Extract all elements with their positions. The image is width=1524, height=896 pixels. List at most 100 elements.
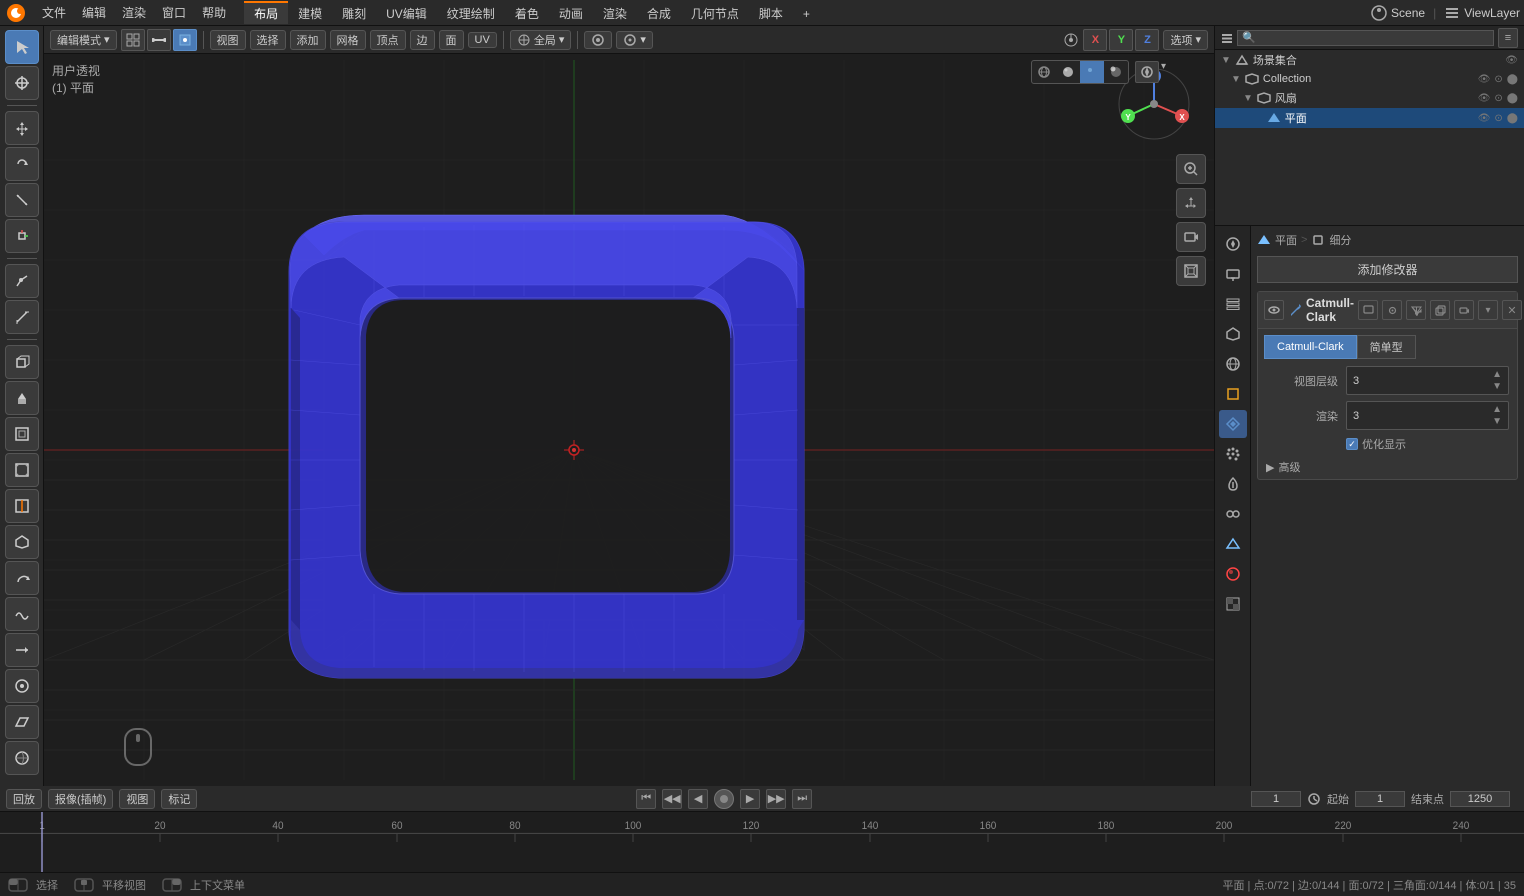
markers-menu[interactable]: 标记 <box>161 789 197 809</box>
tool-cursor[interactable] <box>5 66 39 100</box>
add-modifier-button[interactable]: 添加修改器 <box>1257 256 1518 283</box>
vertex-menu[interactable]: 顶点 <box>370 30 406 50</box>
play-back-btn[interactable]: ◀ <box>688 789 708 809</box>
options-menu[interactable]: 选项 ▾ <box>1163 30 1208 50</box>
prop-constraints[interactable] <box>1219 500 1247 528</box>
uv-menu[interactable]: UV <box>468 32 497 48</box>
modifier-visibility[interactable] <box>1264 300 1284 320</box>
tool-extrude[interactable] <box>5 381 39 415</box>
prop-object[interactable] <box>1219 380 1247 408</box>
tab-layout[interactable]: 布局 <box>244 1 288 24</box>
tool-spin[interactable] <box>5 561 39 595</box>
outliner-search[interactable] <box>1237 30 1494 46</box>
outliner-filter-btn[interactable]: ≡ <box>1498 28 1518 48</box>
tool-shear[interactable] <box>5 705 39 739</box>
outliner-item-plane[interactable]: ▶ 平面 👁 ⊙ ⬤ <box>1215 108 1524 128</box>
play-forward-btn[interactable]: ▶ <box>740 789 760 809</box>
prop-physics[interactable] <box>1219 470 1247 498</box>
plane-viewport[interactable]: ⊙ <box>1494 113 1502 124</box>
tab-sculpt[interactable]: 雕刻 <box>332 1 376 24</box>
add-menu[interactable]: 添加 <box>290 30 326 50</box>
tool-inset[interactable] <box>5 417 39 451</box>
tool-annotate[interactable] <box>5 264 39 298</box>
tab-modeling[interactable]: 建模 <box>288 1 332 24</box>
select-face-mode[interactable] <box>173 29 197 51</box>
prop-render[interactable] <box>1219 230 1247 258</box>
edge-menu[interactable]: 边 <box>410 30 435 50</box>
z-axis-btn[interactable]: Z <box>1135 29 1159 51</box>
tab-animation[interactable]: 动画 <box>549 1 593 24</box>
tool-transform[interactable] <box>5 219 39 253</box>
jump-start-btn[interactable]: ⏮ <box>636 789 656 809</box>
breadcrumb-object[interactable]: 平面 <box>1275 232 1297 248</box>
prop-view-layer[interactable] <box>1219 290 1247 318</box>
tool-loop-cut[interactable] <box>5 489 39 523</box>
y-axis-btn[interactable]: Y <box>1109 29 1133 51</box>
level-up-btn[interactable]: ▲ <box>1492 369 1502 380</box>
modifier-copy-icon[interactable] <box>1430 300 1450 320</box>
tool-smooth[interactable] <box>5 597 39 631</box>
prop-output[interactable] <box>1219 260 1247 288</box>
timeline-ruler[interactable]: 1 20 40 60 80 100 120 140 160 180 200 22… <box>0 812 1524 872</box>
jump-end-btn[interactable]: ⏭ <box>792 789 812 809</box>
eye-icon[interactable]: 👁 <box>1505 55 1518 66</box>
optimize-checkbox[interactable]: ✓ <box>1346 438 1358 450</box>
simple-tab[interactable]: 简单型 <box>1357 335 1416 359</box>
tool-add-cube[interactable] <box>5 345 39 379</box>
optimize-checkbox-label[interactable]: ✓ 优化显示 <box>1346 436 1406 452</box>
viewport-level-input[interactable]: 3 ▲ ▼ <box>1346 366 1509 395</box>
select-vertex-mode[interactable] <box>121 29 145 51</box>
viewport-3d[interactable]: 编辑模式 ▾ 视图 选择 添加 网格 顶点 边 面 <box>44 26 1214 786</box>
tool-poly-build[interactable] <box>5 525 39 559</box>
overlay-toggle[interactable] <box>1135 61 1159 83</box>
tab-scripting[interactable]: 脚本 <box>749 1 793 24</box>
menu-render[interactable]: 渲染 <box>114 2 154 23</box>
modifier-expand-btn[interactable]: ▾ <box>1478 300 1498 320</box>
tool-move[interactable] <box>5 111 39 145</box>
face-menu[interactable]: 面 <box>439 30 464 50</box>
menu-file[interactable]: 文件 <box>34 2 74 23</box>
proportional-edit[interactable]: ▾ <box>616 31 653 49</box>
plane-eye[interactable]: 👁 <box>1478 113 1491 124</box>
modifier-filter-icon[interactable] <box>1406 300 1426 320</box>
prop-texture[interactable] <box>1219 590 1247 618</box>
modifier-close-btn[interactable]: ✕ <box>1502 300 1522 320</box>
modifier-screen-icon[interactable] <box>1358 300 1378 320</box>
tool-select[interactable] <box>5 30 39 64</box>
solid-mode[interactable] <box>1056 61 1080 83</box>
render-icon[interactable]: ⬤ <box>1507 74 1518 85</box>
render-level-down[interactable]: ▼ <box>1492 416 1502 427</box>
outliner-item-collection[interactable]: ▼ Collection 👁 ⊙ ⬤ <box>1215 70 1524 88</box>
tab-uv[interactable]: UV编辑 <box>376 1 437 24</box>
render-level-up[interactable]: ▲ <box>1492 404 1502 415</box>
zoom-in-btn[interactable] <box>1176 154 1206 184</box>
wireframe-mode[interactable] <box>1032 61 1056 83</box>
tool-edge-slide[interactable] <box>5 633 39 667</box>
step-forward-btn[interactable]: ▶▶ <box>766 789 786 809</box>
outliner-item-fan[interactable]: ▼ 风扇 👁 ⊙ ⬤ <box>1215 88 1524 108</box>
tab-shading[interactable]: 着色 <box>505 1 549 24</box>
prop-modifier[interactable] <box>1219 410 1247 438</box>
prop-particles[interactable] <box>1219 440 1247 468</box>
breadcrumb-modifier[interactable]: 细分 <box>1329 232 1351 248</box>
menu-window[interactable]: 窗口 <box>154 2 194 23</box>
tool-to-sphere[interactable] <box>5 741 39 775</box>
toggle-perspective-btn[interactable] <box>1176 256 1206 286</box>
current-frame-input[interactable] <box>1251 791 1301 807</box>
fan-eye[interactable]: 👁 <box>1478 93 1491 104</box>
outliner-item-scene[interactable]: ▼ 场景集合 👁 <box>1215 50 1524 70</box>
modifier-camera-icon[interactable] <box>1454 300 1474 320</box>
prop-material[interactable] <box>1219 560 1247 588</box>
tool-measure[interactable] <box>5 300 39 334</box>
tab-geometry-nodes[interactable]: 几何节点 <box>681 1 749 24</box>
prop-world[interactable] <box>1219 350 1247 378</box>
advanced-toggle[interactable]: ▶ 高级 <box>1258 455 1517 479</box>
snap-toggle[interactable] <box>584 31 612 49</box>
material-preview-mode[interactable] <box>1080 61 1104 83</box>
view-timeline-menu[interactable]: 视图 <box>119 789 155 809</box>
level-down-btn[interactable]: ▼ <box>1492 381 1502 392</box>
select-edge-mode[interactable] <box>147 29 171 51</box>
tool-scale[interactable] <box>5 183 39 217</box>
playback-menu[interactable]: 回放 <box>6 789 42 809</box>
step-back-btn[interactable]: ◀◀ <box>662 789 682 809</box>
